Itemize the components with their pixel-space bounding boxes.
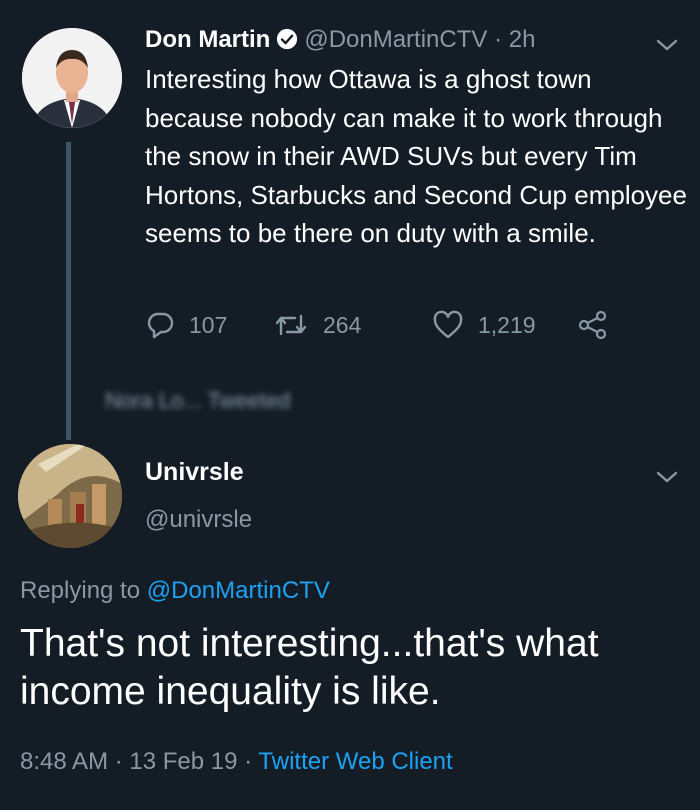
avatar-architecture-icon	[18, 444, 122, 548]
reply-date: 13 Feb 19	[129, 748, 238, 775]
meta-separator: ·	[114, 748, 123, 775]
verified-icon	[277, 28, 298, 50]
tweet-header: Don Martin @DonMartinCTV · 2h	[145, 26, 535, 54]
tweet-time[interactable]: 2h	[509, 26, 536, 53]
replying-mention-link[interactable]: @DonMartinCTV	[147, 577, 330, 604]
reply-icon	[147, 312, 174, 339]
retweet-icon	[275, 314, 307, 336]
replying-to-line: Replying to @DonMartinCTV	[20, 577, 330, 605]
tweet-text: Interesting how Ottawa is a ghost town b…	[145, 64, 687, 248]
separator-dot: ·	[494, 26, 503, 53]
don-martin-avatar[interactable]	[22, 28, 122, 128]
meta-separator: ·	[244, 748, 253, 775]
like-count: 1,219	[478, 311, 536, 338]
reply-author-handle[interactable]: @univrsle	[145, 506, 252, 534]
retweet-action[interactable]: 264	[273, 310, 361, 340]
author-name[interactable]: Don Martin	[145, 26, 270, 53]
univrsle-avatar[interactable]	[18, 444, 122, 548]
reply-tweet-text: That's not interesting...that's what inc…	[20, 622, 599, 713]
reply-action[interactable]: 107	[145, 310, 227, 340]
tweet-meta: 8:48 AM · 13 Feb 19 · Twitter Web Client	[20, 748, 453, 776]
like-action[interactable]: 1,219	[432, 310, 536, 340]
share-action[interactable]	[577, 310, 623, 340]
thread-line	[66, 142, 71, 440]
author-handle[interactable]: @DonMartinCTV	[304, 26, 487, 53]
blurred-retweet-line: Nora Lo... Tweeted	[105, 388, 291, 413]
reply-time: 8:48 AM	[20, 748, 109, 775]
client-link[interactable]: Twitter Web Client	[258, 748, 452, 775]
chevron-down-icon[interactable]	[656, 38, 678, 52]
retweet-count: 264	[323, 311, 362, 338]
reply-count: 107	[189, 311, 228, 338]
like-icon	[433, 310, 463, 339]
avatar-portrait-icon	[22, 28, 122, 128]
share-icon	[578, 310, 607, 340]
chevron-down-icon[interactable]	[656, 470, 678, 484]
replying-prefix: Replying to	[20, 577, 141, 604]
reply-author-name[interactable]: Univrsle	[145, 458, 244, 487]
